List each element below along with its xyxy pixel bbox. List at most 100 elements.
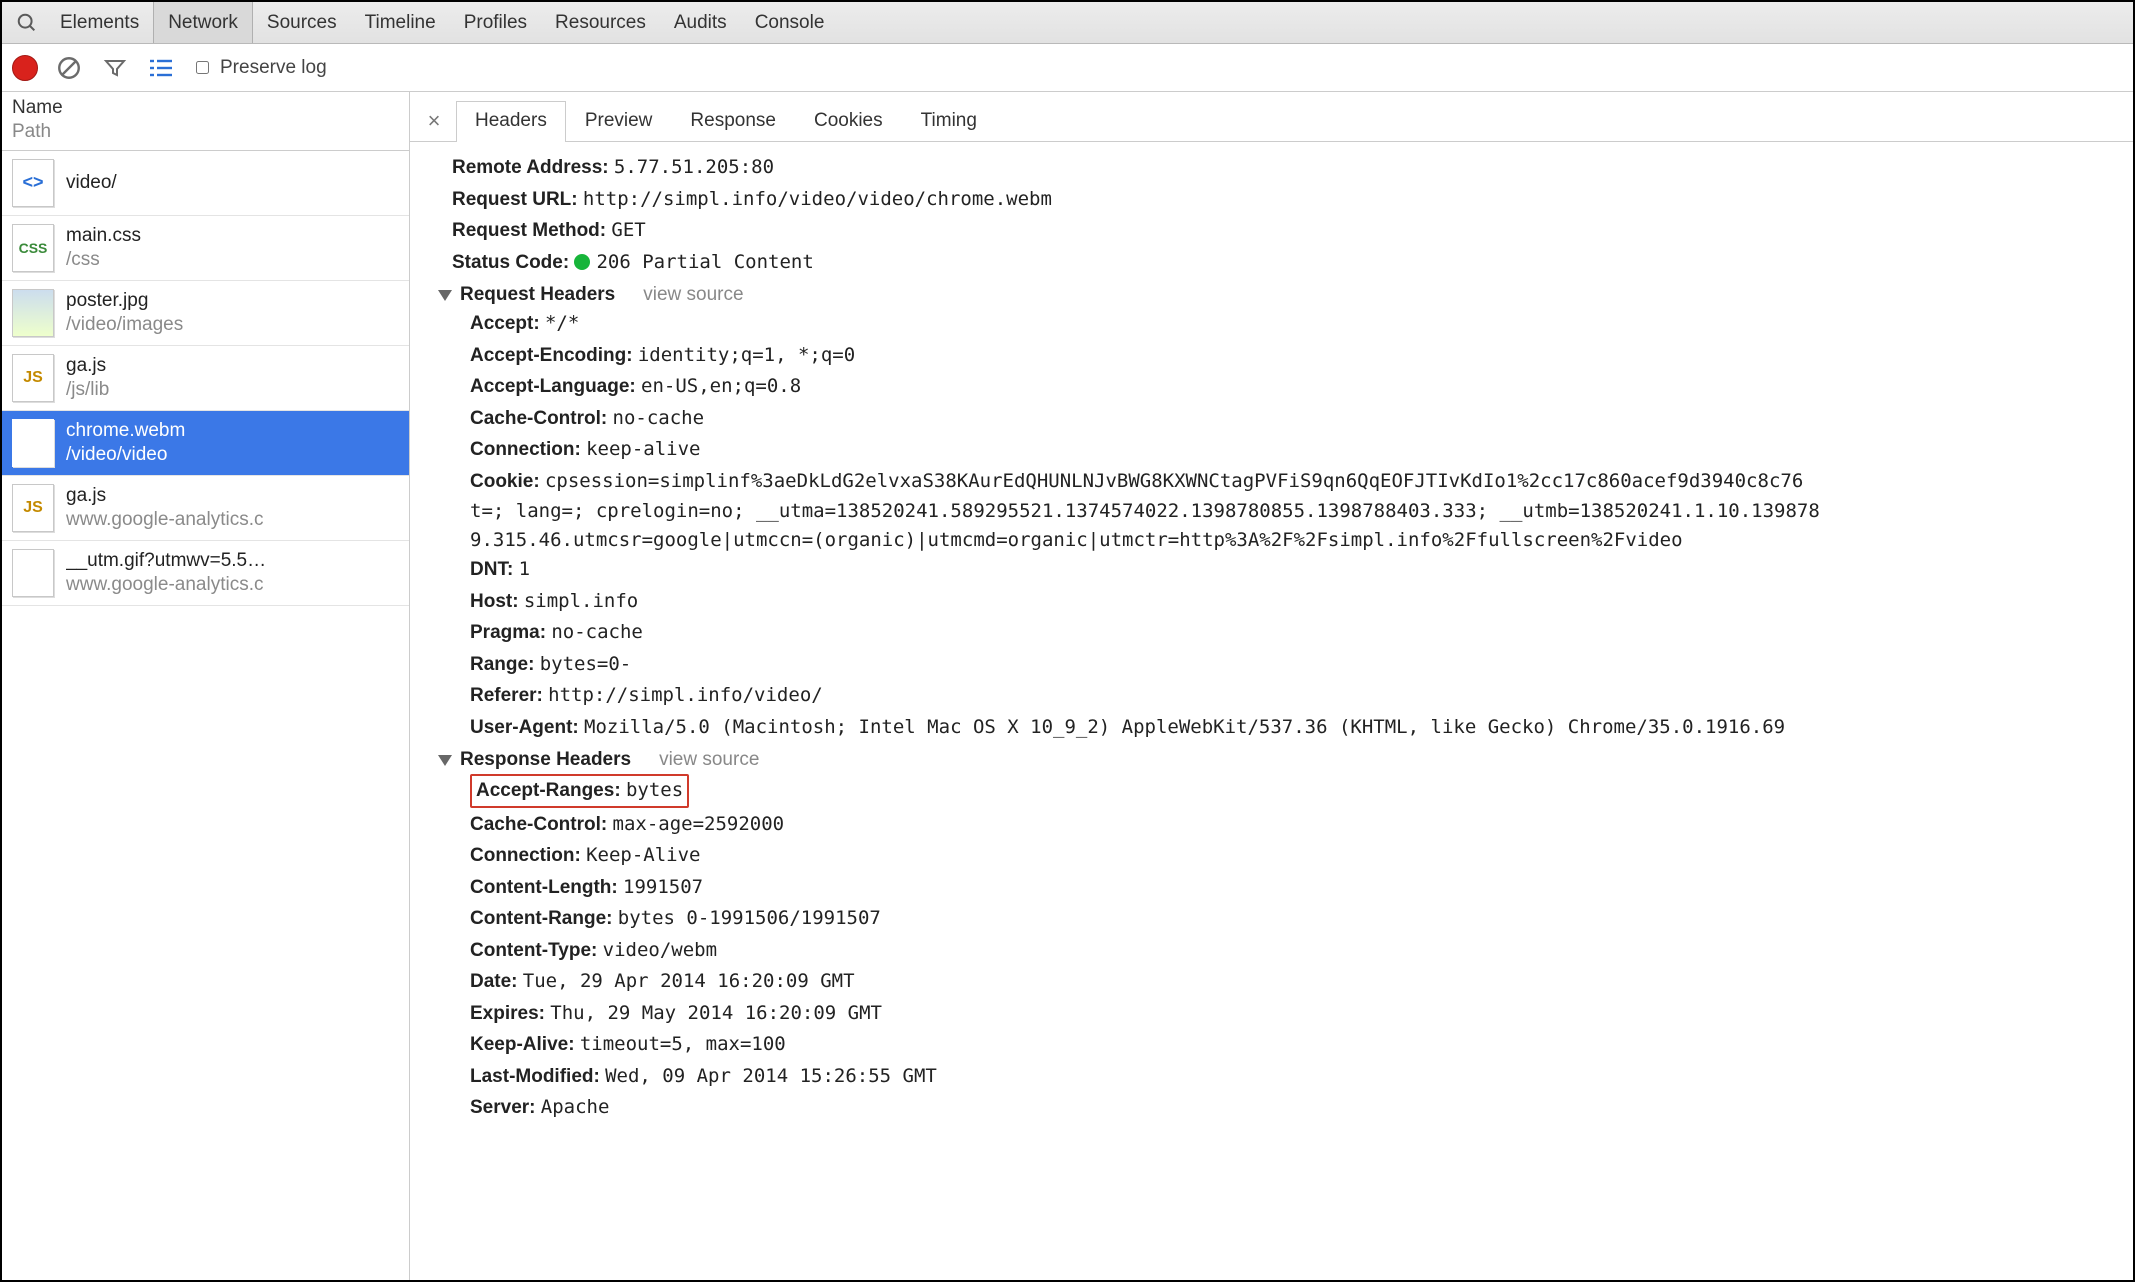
- hdr-v: bytes=0-: [540, 653, 632, 675]
- top-tab-resources[interactable]: Resources: [541, 2, 660, 43]
- col-name-label: Name: [12, 96, 399, 120]
- request-name: ga.js: [66, 484, 263, 508]
- file-type-icon: [12, 224, 54, 272]
- detail-tab-headers[interactable]: Headers: [456, 101, 566, 142]
- top-tab-audits[interactable]: Audits: [660, 2, 741, 43]
- hdr-v: Thu, 29 May 2014 16:20:09 GMT: [550, 1002, 882, 1024]
- hdr-k: Content-Length:: [470, 877, 618, 898]
- detail-tab-response[interactable]: Response: [671, 101, 795, 142]
- request-path: www.google-analytics.c: [66, 508, 263, 532]
- hdr-v: en-US,en;q=0.8: [641, 375, 801, 397]
- hdr-k: Host:: [470, 591, 519, 612]
- hdr-k: Connection:: [470, 439, 581, 460]
- record-button[interactable]: [12, 55, 38, 81]
- top-tab-profiles[interactable]: Profiles: [450, 2, 541, 43]
- request-name: poster.jpg: [66, 289, 183, 313]
- request-row[interactable]: poster.jpg/video/images: [2, 281, 409, 346]
- hdr-v: no-cache: [551, 621, 643, 643]
- hdr-v: Apache: [541, 1096, 610, 1118]
- file-type-icon: [12, 419, 54, 467]
- hdr-v: keep-alive: [586, 438, 700, 460]
- filter-icon[interactable]: [100, 53, 130, 83]
- request-method-value: GET: [611, 219, 645, 241]
- status-dot-icon: [574, 254, 590, 270]
- hdr-k: Pragma:: [470, 622, 546, 643]
- hdr-k: Referer:: [470, 685, 543, 706]
- hdr-v: bytes 0-1991506/1991507: [618, 907, 881, 929]
- request-row[interactable]: ga.js/js/lib: [2, 346, 409, 411]
- top-tab-elements[interactable]: Elements: [46, 2, 153, 43]
- preserve-log-checkbox[interactable]: [196, 61, 209, 74]
- request-row[interactable]: __utm.gif?utmwv=5.5…www.google-analytics…: [2, 541, 409, 606]
- col-path-label: Path: [12, 120, 399, 144]
- detail-tab-timing[interactable]: Timing: [902, 101, 996, 142]
- hdr-k: Cache-Control:: [470, 814, 607, 835]
- request-name: __utm.gif?utmwv=5.5…: [66, 549, 266, 573]
- detail-tab-preview[interactable]: Preview: [566, 101, 672, 142]
- search-icon[interactable]: [8, 4, 46, 42]
- request-name: video/: [66, 171, 117, 195]
- request-row[interactable]: video/: [2, 151, 409, 216]
- hdr-accept-ranges-v: bytes: [626, 779, 683, 801]
- close-icon[interactable]: ×: [416, 101, 452, 141]
- request-path: /css: [66, 248, 141, 272]
- view-source-link[interactable]: view source: [643, 284, 743, 306]
- hdr-cookie-v1: cpsession=simplinf%3aeDkLdG2elvxaS38KAur…: [545, 470, 1803, 492]
- hdr-v: 1991507: [623, 876, 703, 898]
- hdr-k: Content-Type:: [470, 940, 597, 961]
- request-headers-title: Request Headers: [460, 284, 615, 305]
- hdr-k: Range:: [470, 654, 534, 675]
- hdr-k: DNT:: [470, 559, 513, 580]
- top-tab-console[interactable]: Console: [741, 2, 839, 43]
- request-row[interactable]: main.css/css: [2, 216, 409, 281]
- hdr-cookie-k: Cookie:: [470, 471, 540, 492]
- chevron-down-icon: [438, 755, 452, 766]
- hdr-k: Accept-Language:: [470, 376, 636, 397]
- top-tab-timeline[interactable]: Timeline: [351, 2, 450, 43]
- hdr-k: Server:: [470, 1097, 536, 1118]
- hdr-k: Accept:: [470, 313, 540, 334]
- hdr-k: Content-Range:: [470, 908, 612, 929]
- request-name: main.css: [66, 224, 141, 248]
- hdr-v: Mozilla/5.0 (Macintosh; Intel Mac OS X 1…: [584, 716, 1785, 738]
- hdr-v: http://simpl.info/video/: [548, 684, 823, 706]
- file-type-icon: [12, 289, 54, 337]
- request-headers-section[interactable]: Request Headers view source: [430, 278, 2133, 308]
- hdr-v: no-cache: [613, 407, 705, 429]
- hdr-v: */*: [545, 312, 579, 334]
- hdr-v: Tue, 29 Apr 2014 16:20:09 GMT: [523, 970, 855, 992]
- response-headers-section[interactable]: Response Headers view source: [430, 743, 2133, 773]
- hdr-v: identity;q=1, *;q=0: [638, 344, 855, 366]
- request-url-value: http://simpl.info/video/video/chrome.web…: [583, 188, 1052, 210]
- request-list: Name Path video/main.css/cssposter.jpg/v…: [2, 92, 410, 1280]
- file-type-icon: [12, 549, 54, 597]
- hdr-k: Keep-Alive:: [470, 1034, 575, 1055]
- file-type-icon: [12, 484, 54, 532]
- request-name: ga.js: [66, 354, 109, 378]
- preserve-log-label: Preserve log: [220, 57, 327, 79]
- hdr-k: User-Agent:: [470, 717, 579, 738]
- file-type-icon: [12, 159, 54, 207]
- status-code-label: Status Code:: [452, 252, 569, 273]
- request-path: /video/images: [66, 313, 183, 337]
- status-code-value: 206 Partial Content: [596, 251, 813, 273]
- request-path: www.google-analytics.c: [66, 573, 266, 597]
- remote-address-label: Remote Address:: [452, 157, 609, 178]
- hdr-cookie-v2: t=; lang=; cprelogin=no; __utma=13852024…: [430, 497, 2133, 526]
- request-name: chrome.webm: [66, 419, 185, 443]
- hdr-k: Date:: [470, 971, 518, 992]
- hdr-v: Keep-Alive: [586, 844, 700, 866]
- top-tab-sources[interactable]: Sources: [253, 2, 351, 43]
- request-row[interactable]: chrome.webm/video/video: [2, 411, 409, 476]
- toggle-small-rows-icon[interactable]: [146, 53, 176, 83]
- view-source-link[interactable]: view source: [659, 749, 759, 771]
- top-tab-network[interactable]: Network: [153, 2, 253, 43]
- request-row[interactable]: ga.jswww.google-analytics.c: [2, 476, 409, 541]
- clear-icon[interactable]: [54, 53, 84, 83]
- preserve-log-toggle[interactable]: Preserve log: [192, 57, 327, 79]
- request-path: /js/lib: [66, 378, 109, 402]
- request-details: × HeadersPreviewResponseCookiesTiming Re…: [410, 92, 2133, 1280]
- response-headers-title: Response Headers: [460, 749, 631, 770]
- detail-tab-cookies[interactable]: Cookies: [795, 101, 902, 142]
- hdr-k: Expires:: [470, 1003, 545, 1024]
